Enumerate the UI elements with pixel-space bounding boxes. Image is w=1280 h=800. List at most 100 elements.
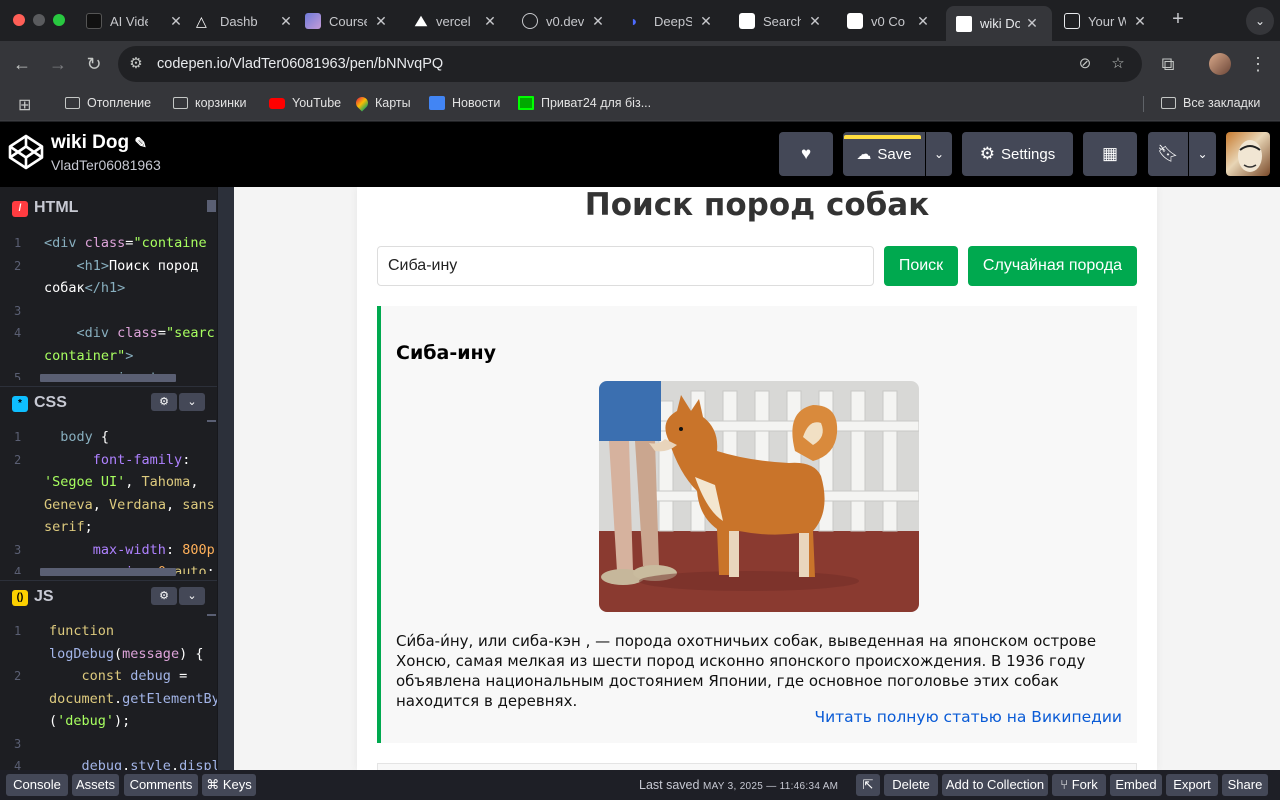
more-menu-icon[interactable]: ⋮ bbox=[1246, 52, 1270, 76]
js-collapse-chevron-icon[interactable]: ⌄ bbox=[179, 587, 205, 605]
add-to-collection-button[interactable]: Add to Collection bbox=[942, 774, 1048, 796]
pencil-icon[interactable]: ✎ bbox=[134, 135, 147, 152]
close-tab-icon[interactable]: ✕ bbox=[807, 13, 823, 30]
back-arrow-icon[interactable]: ← bbox=[10, 52, 34, 76]
bookmark-options-button[interactable]: ⌄ bbox=[1189, 132, 1216, 176]
close-tab-icon[interactable]: ✕ bbox=[590, 13, 606, 30]
user-avatar[interactable] bbox=[1226, 132, 1270, 176]
close-tab-icon[interactable]: ✕ bbox=[915, 13, 931, 30]
css-collapse-chevron-icon[interactable]: ⌄ bbox=[179, 393, 205, 411]
code-line[interactable]: max-width: 800p bbox=[44, 539, 215, 562]
close-tab-icon[interactable]: ✕ bbox=[1132, 13, 1148, 30]
console-button[interactable]: Console bbox=[6, 774, 68, 796]
editor-scrollbar[interactable] bbox=[207, 200, 216, 212]
search-button[interactable]: Поиск bbox=[884, 246, 958, 286]
code-line[interactable]: serif; bbox=[44, 516, 93, 539]
close-tab-icon[interactable]: ✕ bbox=[1024, 15, 1040, 32]
close-tab-icon[interactable]: ✕ bbox=[698, 13, 714, 30]
code-line[interactable]: <div class="containe bbox=[44, 232, 207, 255]
code-line[interactable]: function bbox=[49, 620, 114, 643]
code-line[interactable]: debug.style.display bbox=[49, 755, 217, 770]
code-line[interactable]: ('debug'); bbox=[49, 710, 130, 733]
like-button[interactable]: ♥ bbox=[779, 132, 833, 176]
bookmark-button[interactable]: 🔖︎ bbox=[1148, 132, 1188, 176]
code-line[interactable]: container"> bbox=[44, 345, 133, 368]
line-number: 3 bbox=[14, 736, 22, 751]
forward-arrow-icon[interactable]: → bbox=[46, 52, 70, 76]
pen-author[interactable]: VladTer06081963 bbox=[51, 157, 161, 173]
code-line[interactable]: 'Segoe UI', Tahoma, bbox=[44, 471, 198, 494]
css-settings-gear-icon[interactable]: ⚙ bbox=[151, 393, 177, 411]
tab-v0-co[interactable]: v0 Co ✕ bbox=[847, 7, 931, 35]
pen-title[interactable]: wiki Dog ✎ bbox=[51, 132, 147, 154]
bookmark-korzinki[interactable]: корзинки bbox=[173, 96, 246, 110]
tab-title: wiki Do bbox=[980, 16, 1020, 31]
code-line[interactable]: body { bbox=[44, 426, 109, 449]
apps-grid-icon[interactable]: ⊞ bbox=[18, 95, 31, 115]
address-bar[interactable]: ⚙ codepen.io/VladTer06081963/pen/bNNvqPQ… bbox=[118, 46, 1142, 82]
change-view-button[interactable]: ▦ bbox=[1083, 132, 1137, 176]
close-window-button[interactable] bbox=[13, 14, 25, 26]
reload-icon[interactable]: ↻ bbox=[82, 52, 106, 76]
settings-button[interactable]: ⚙ Settings bbox=[962, 132, 1073, 176]
code-line[interactable]: document.getElementBy bbox=[49, 688, 217, 711]
open-external-icon[interactable]: ⇱ bbox=[856, 774, 880, 796]
bookmark-otoplenie[interactable]: Отопление bbox=[65, 96, 151, 110]
bookmark-news[interactable]: Новости bbox=[429, 96, 500, 110]
code-line[interactable]: const debug = bbox=[49, 665, 188, 688]
tab-dashboard[interactable]: △ Dashb ✕ bbox=[196, 7, 294, 35]
code-line[interactable]: logDebug(message) { bbox=[49, 643, 203, 666]
bookmark-maps[interactable]: Карты bbox=[353, 94, 411, 112]
tab-your-work[interactable]: Your W ✕ bbox=[1064, 7, 1148, 35]
tab-search[interactable]: Search ✕ bbox=[739, 7, 823, 35]
code-line[interactable]: font-family: bbox=[44, 449, 191, 472]
fullscreen-window-button[interactable] bbox=[53, 14, 65, 26]
breed-search-input[interactable]: Сиба-ину bbox=[377, 246, 874, 286]
keys-button[interactable]: ⌘ Keys bbox=[202, 774, 256, 796]
eye-off-icon[interactable]: ⊘ bbox=[1075, 54, 1095, 74]
url-text[interactable]: codepen.io/VladTer06081963/pen/bNNvqPQ bbox=[157, 56, 443, 72]
share-button[interactable]: Share bbox=[1222, 774, 1268, 796]
new-tab-button[interactable]: + bbox=[1168, 8, 1188, 31]
js-code-editor[interactable]: 1 function logDebug(message) {2 const debu… bbox=[0, 616, 217, 770]
html-code-editor[interactable]: 1 <div class="containe 2 <h1>Поиск пород со… bbox=[0, 228, 217, 380]
tab-ai-video[interactable]: AI Vide ✕ bbox=[86, 7, 184, 35]
code-line[interactable]: Geneva, Verdana, sans bbox=[44, 494, 215, 517]
css-code-editor[interactable]: 1 body {2 font-family: 'Segoe UI', Tahoma… bbox=[0, 422, 217, 574]
tab-v0-dev[interactable]: v0.dev ✕ bbox=[522, 7, 606, 35]
wikipedia-link[interactable]: Читать полную статью на Википедии bbox=[814, 708, 1122, 726]
tab-course[interactable]: Course ✕ bbox=[305, 7, 389, 35]
delete-button[interactable]: Delete bbox=[884, 774, 938, 796]
codepen-logo-icon[interactable] bbox=[8, 134, 44, 170]
profile-avatar[interactable] bbox=[1209, 53, 1231, 75]
site-info-icon[interactable]: ⚙ bbox=[126, 54, 146, 74]
close-tab-icon[interactable]: ✕ bbox=[482, 13, 498, 30]
close-tab-icon[interactable]: ✕ bbox=[278, 13, 294, 30]
tab-wiki-dog[interactable]: wiki Do ✕ bbox=[946, 6, 1052, 41]
tab-vercel[interactable]: vercel ✕ bbox=[414, 7, 498, 35]
code-line[interactable]: <h1>Поиск пород bbox=[44, 255, 199, 278]
save-options-button[interactable]: ⌄ bbox=[926, 132, 952, 176]
embed-button[interactable]: Embed bbox=[1110, 774, 1162, 796]
editor-resize-handle[interactable] bbox=[217, 187, 234, 770]
js-settings-gear-icon[interactable]: ⚙ bbox=[151, 587, 177, 605]
minimize-window-button[interactable] bbox=[33, 14, 45, 26]
comments-button[interactable]: Comments bbox=[124, 774, 198, 796]
bookmark-privat24[interactable]: Приват24 для біз... bbox=[518, 96, 651, 110]
close-tab-icon[interactable]: ✕ bbox=[373, 13, 389, 30]
all-bookmarks[interactable]: Все закладки bbox=[1161, 96, 1260, 110]
tab-search-menu-icon[interactable]: ⌄ bbox=[1246, 7, 1274, 35]
editor-horizontal-scrollbar[interactable] bbox=[40, 374, 176, 382]
fork-button[interactable]: ⑂ Fork bbox=[1052, 774, 1106, 796]
code-line[interactable]: собак</h1> bbox=[44, 277, 125, 300]
tab-deepseek[interactable]: ◗ DeepS ✕ bbox=[630, 7, 714, 35]
export-button[interactable]: Export bbox=[1166, 774, 1218, 796]
assets-button[interactable]: Assets bbox=[72, 774, 119, 796]
code-line[interactable]: <div class="searc bbox=[44, 322, 215, 345]
random-breed-button[interactable]: Случайная порода bbox=[968, 246, 1137, 286]
extensions-puzzle-icon[interactable]: ⧉ bbox=[1156, 52, 1180, 76]
bookmark-star-icon[interactable]: ☆ bbox=[1108, 54, 1128, 74]
editor-horizontal-scrollbar[interactable] bbox=[40, 568, 176, 576]
bookmark-youtube[interactable]: YouTube bbox=[269, 96, 341, 110]
close-tab-icon[interactable]: ✕ bbox=[168, 13, 184, 30]
